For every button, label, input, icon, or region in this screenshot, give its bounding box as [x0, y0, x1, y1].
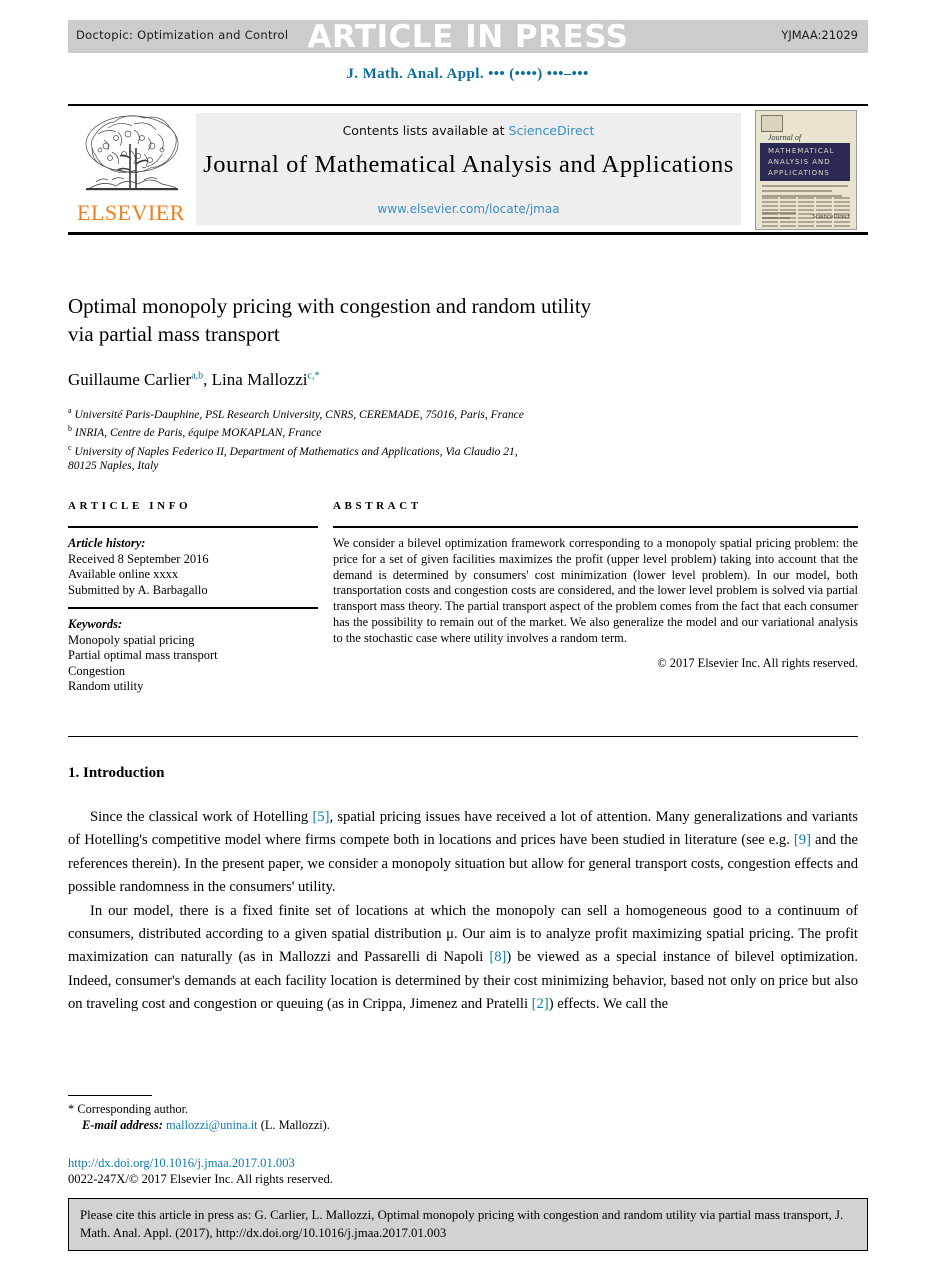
- citation-ref-5[interactable]: [5]: [312, 809, 329, 825]
- cite-this-article-box: Please cite this article in press as: G.…: [68, 1198, 868, 1251]
- keyword-item: Partial optimal mass transport: [68, 648, 218, 662]
- article-history-item: Available online xxxx: [68, 567, 179, 581]
- doi-link[interactable]: http://dx.doi.org/10.1016/j.jmaa.2017.01…: [68, 1155, 568, 1171]
- paragraph-2-part-3: ) effects. We call the: [548, 996, 669, 1013]
- content-separator-rule: [68, 736, 858, 737]
- body-text: Since the classical work of Hotelling [5…: [68, 806, 858, 1017]
- article-info-heading: ARTICLE INFO: [68, 500, 192, 512]
- paragraph-1-part-1: Since the classical work of Hotelling: [90, 809, 313, 825]
- affiliation-text: University of Naples Federico II, Depart…: [74, 445, 518, 458]
- keyword-item: Congestion: [68, 663, 125, 678]
- article-in-press-band: Doctopic: Optimization and Control ARTIC…: [68, 19, 868, 55]
- citation-ref-2[interactable]: [2]: [532, 996, 549, 1012]
- affiliation-text: INRIA, Centre de Paris, équipe MOKAPLAN,…: [74, 427, 322, 440]
- cover-band-line-1: MATHEMATICAL: [768, 147, 835, 155]
- author-name-2: Lina Mallozzi: [211, 370, 308, 389]
- masthead-top-rule: [68, 104, 868, 106]
- affiliation-marker: c: [68, 442, 72, 452]
- author-separator: ,: [203, 370, 212, 389]
- keyword-item: Random utility: [68, 679, 144, 693]
- affiliation-item: 80125 Naples, Italy: [68, 459, 858, 474]
- keywords-group: Keywords: Monopoly spatial pricing Parti…: [68, 617, 318, 695]
- doi-block: http://dx.doi.org/10.1016/j.jmaa.2017.01…: [68, 1155, 568, 1187]
- journal-masthead: ELSEVIER Contents lists available at Sci…: [68, 104, 868, 235]
- cover-band-line-2: ANALYSIS AND: [768, 158, 831, 166]
- elsevier-tree-icon: [85, 115, 179, 191]
- keyword-item: Monopoly spatial pricing: [68, 632, 195, 647]
- abstract-copyright: © 2017 Elsevier Inc. All rights reserved…: [657, 655, 858, 670]
- journal-cover-thumbnail: Journal of MATHEMATICAL ANALYSIS AND APP…: [755, 110, 857, 230]
- article-history-item: Received 8 September 2016: [68, 551, 209, 566]
- affiliation-list: a Université Paris-Dauphine, PSL Researc…: [68, 404, 858, 473]
- section-heading-introduction: 1. Introduction: [68, 765, 165, 781]
- email-note: E-mail address: mallozzi@unina.it (L. Ma…: [68, 1117, 568, 1133]
- affiliation-item: a Université Paris-Dauphine, PSL Researc…: [68, 404, 858, 422]
- contents-lists-line: Contents lists available at ScienceDirec…: [196, 123, 741, 138]
- article-title-line-1: Optimal monopoly pricing with congestion…: [68, 294, 592, 318]
- footnote-marker: *: [68, 1102, 75, 1116]
- affiliation-marker: b: [68, 424, 72, 434]
- article-title: Optimal monopoly pricing with congestion…: [68, 292, 828, 348]
- contents-lists-prefix: Contents lists available at: [342, 123, 509, 138]
- cover-script-label: Journal of: [768, 133, 802, 142]
- article-info-rule-top: [68, 526, 318, 528]
- keywords-label: Keywords:: [68, 617, 123, 631]
- article-history-label: Article history:: [68, 536, 146, 550]
- abstract-heading: ABSTRACT: [333, 500, 422, 512]
- sciencedirect-link[interactable]: ScienceDirect: [509, 123, 595, 138]
- journal-url-link[interactable]: www.elsevier.com/locate/jmaa: [196, 202, 741, 216]
- citation-ref-9[interactable]: [9]: [794, 832, 811, 848]
- abstract-rule-top: [333, 526, 858, 528]
- elsevier-logo: ELSEVIER: [70, 110, 192, 228]
- masthead-center-panel: Contents lists available at ScienceDirec…: [196, 113, 741, 225]
- affiliation-text: Université Paris-Dauphine, PSL Research …: [74, 408, 524, 421]
- corresponding-author-text: Corresponding author.: [77, 1102, 189, 1116]
- abstract-column: ABSTRACT We consider a bilevel optimizat…: [333, 500, 858, 671]
- citation-ref-8[interactable]: [8]: [489, 949, 506, 965]
- journal-running-head: J. Math. Anal. Appl. ••• (••••) •••–•••: [346, 66, 589, 82]
- article-title-line-2: via partial mass transport: [68, 322, 280, 346]
- journal-title: Journal of Mathematical Analysis and App…: [203, 151, 734, 178]
- affiliation-item: c University of Naples Federico II, Depa…: [68, 441, 858, 459]
- author-list: Guillaume Carliera,b, Lina Mallozzic,*: [68, 370, 828, 390]
- footnote-rule: [68, 1095, 152, 1096]
- masthead-bottom-rule: [68, 232, 868, 235]
- article-id-label: YJMAA:21029: [781, 28, 858, 42]
- article-in-press-title: ARTICLE IN PRESS: [307, 19, 629, 55]
- cover-footer: ScienceDirect: [762, 212, 850, 224]
- article-history-item: Submitted by A. Barbagallo: [68, 582, 208, 597]
- author-name-1: Guillaume Carlier: [68, 370, 192, 389]
- email-link[interactable]: mallozzi@unina.it: [166, 1118, 258, 1132]
- cover-footer-brand: ScienceDirect: [812, 214, 850, 220]
- affiliation-marker: a: [68, 406, 72, 415]
- journal-article-page: Doctopic: Optimization and Control ARTIC…: [0, 0, 935, 1266]
- paragraph-2: In our model, there is a fixed finite se…: [68, 900, 858, 1017]
- email-label: E-mail address:: [82, 1118, 163, 1132]
- article-info-rule-mid: [68, 607, 318, 609]
- affiliation-item: b INRIA, Centre de Paris, équipe MOKAPLA…: [68, 422, 858, 440]
- article-history-group: Article history: Received 8 September 20…: [68, 536, 318, 598]
- paragraph-1: Since the classical work of Hotelling [5…: [68, 806, 858, 900]
- footnote-block: * Corresponding author. E-mail address: …: [68, 1101, 568, 1133]
- author-affiliation-marker-1: a,b: [191, 370, 204, 382]
- article-info-column: ARTICLE INFO Article history: Received 8…: [68, 500, 318, 704]
- elsevier-wordmark: ELSEVIER: [77, 200, 185, 225]
- cover-publisher-mark: [761, 115, 783, 132]
- affiliation-text: 80125 Naples, Italy: [68, 459, 159, 472]
- issn-copyright-line: 0022-247X/© 2017 Elsevier Inc. All right…: [68, 1172, 333, 1186]
- email-owner: (L. Mallozzi).: [260, 1118, 330, 1132]
- cover-band-line-3: APPLICATIONS: [768, 169, 830, 177]
- cover-title-band: MATHEMATICAL ANALYSIS AND APPLICATIONS: [760, 143, 850, 181]
- corresponding-author-note: * Corresponding author.: [68, 1101, 568, 1117]
- author-affiliation-marker-2: c,*: [307, 370, 320, 382]
- abstract-text: We consider a bilevel optimization frame…: [333, 536, 858, 645]
